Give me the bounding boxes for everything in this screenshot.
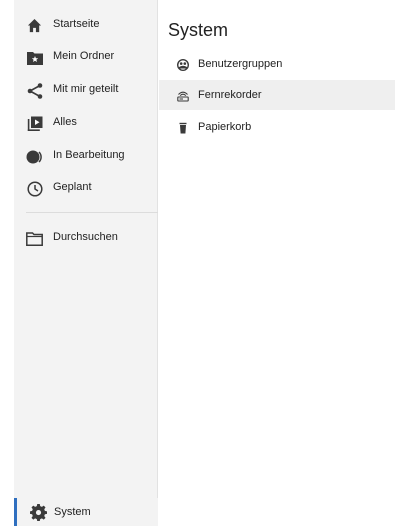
main-panel: System Benutzergruppen Fernrekorder Papi…: [159, 0, 395, 526]
sidebar-item-durchsuchen[interactable]: Durchsuchen: [14, 225, 158, 251]
remote-recorder-icon: [177, 89, 189, 102]
sidebar-item-label: Startseite: [53, 18, 100, 30]
list-item-benutzergruppen[interactable]: Benutzergruppen: [159, 49, 395, 79]
share-icon: [26, 82, 43, 99]
sidebar: Startseite Mein Ordner Mit mir geteilt A…: [14, 0, 158, 526]
list-item-fernrekorder[interactable]: Fernrekorder: [159, 80, 395, 110]
sidebar-item-label: System: [54, 506, 91, 518]
sidebar-item-mit-mir-geteilt[interactable]: Mit mir geteilt: [14, 77, 158, 103]
sidebar-item-label: Geplant: [53, 181, 92, 193]
media-library-icon: [26, 115, 43, 132]
active-pointer: [146, 500, 158, 526]
list-item-label: Papierkorb: [198, 121, 252, 133]
folder-star-icon: [26, 49, 43, 66]
list-item-papierkorb[interactable]: Papierkorb: [159, 112, 395, 142]
sidebar-item-startseite[interactable]: Startseite: [14, 12, 158, 38]
user-groups-icon: [176, 58, 190, 72]
page-title: System: [168, 20, 229, 40]
sidebar-item-mein-ordner[interactable]: Mein Ordner: [14, 44, 158, 70]
active-indicator: [14, 498, 17, 526]
sidebar-item-in-bearbeitung[interactable]: In Bearbeitung: [14, 143, 158, 169]
folder-outline-icon: [26, 230, 43, 247]
in-progress-icon: [26, 148, 43, 165]
sidebar-item-label: Mein Ordner: [53, 50, 115, 62]
gear-icon: [30, 504, 47, 521]
sidebar-item-label: Mit mir geteilt: [53, 83, 119, 95]
sidebar-item-geplant[interactable]: Geplant: [14, 175, 158, 201]
trash-icon: [177, 121, 189, 134]
home-icon: [26, 17, 43, 34]
sidebar-divider: [26, 212, 158, 213]
sidebar-item-alles[interactable]: Alles: [14, 110, 158, 136]
sidebar-item-label: In Bearbeitung: [53, 149, 125, 161]
sidebar-item-label: Durchsuchen: [53, 231, 118, 243]
clock-icon: [26, 180, 43, 197]
sidebar-item-label: Alles: [53, 116, 77, 128]
list-item-label: Fernrekorder: [198, 89, 262, 101]
sidebar-item-system[interactable]: System: [14, 498, 158, 526]
list-item-label: Benutzergruppen: [198, 58, 283, 70]
